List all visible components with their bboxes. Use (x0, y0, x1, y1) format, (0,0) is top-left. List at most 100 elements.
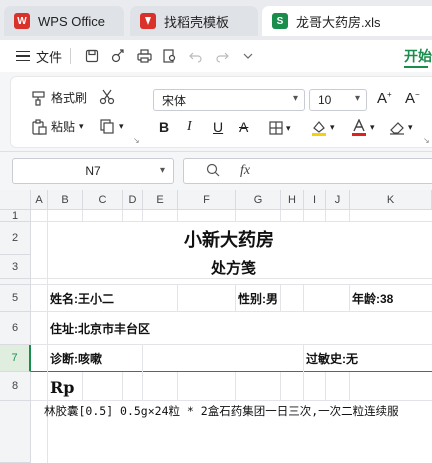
row-header[interactable]: 6 (0, 312, 31, 345)
tab-spreadsheet-file[interactable]: S 龙哥大药房.xls (262, 6, 432, 36)
patient-gender-cell[interactable]: 性别:男 (238, 288, 278, 308)
allergy-cell[interactable]: 过敏史:无 (306, 348, 358, 368)
gridline (349, 372, 350, 401)
sheet-title[interactable]: 小新大药房 (184, 226, 274, 252)
hamburger-menu-icon[interactable] (16, 48, 30, 65)
formula-input[interactable]: fx (183, 158, 432, 184)
gridline (47, 210, 48, 222)
docer-logo-icon (140, 13, 156, 29)
gridline (280, 285, 281, 312)
font-launcher-icon[interactable]: ↘ (423, 136, 430, 145)
copy-button[interactable]: ▾ (99, 118, 124, 134)
bold-icon: B (159, 119, 170, 135)
underline-button[interactable]: U (213, 119, 223, 135)
chevron-down-icon: ▾ (159, 165, 165, 176)
chevron-down-icon: ▾ (408, 122, 413, 132)
borders-button[interactable]: ▾ (269, 121, 291, 135)
row-header[interactable]: 8 (0, 372, 31, 401)
column-header[interactable]: C (83, 190, 123, 210)
font-name-select[interactable]: 宋体 ▾ (153, 89, 305, 111)
column-header[interactable]: I (304, 190, 326, 210)
divider (70, 48, 72, 64)
chevron-down-icon: ▾ (354, 93, 360, 104)
tab-start[interactable]: 开始 (404, 46, 432, 66)
column-header[interactable]: D (123, 190, 143, 210)
spreadsheet-grid[interactable]: A B C D E F G H I J K 1 2 3 5 6 7 8 小新大药… (0, 190, 432, 463)
column-header[interactable]: B (48, 190, 83, 210)
redo-icon[interactable] (209, 44, 235, 68)
gridline (31, 278, 432, 279)
gridline (303, 345, 304, 372)
column-header[interactable]: F (178, 190, 236, 210)
increase-font-size-button[interactable]: A+ (377, 90, 392, 107)
font-name-value: 宋体 (162, 93, 187, 108)
patient-age-cell[interactable]: 年龄:38 (352, 288, 393, 308)
name-box[interactable]: N7 ▾ (12, 158, 174, 184)
column-header[interactable]: H (281, 190, 304, 210)
underline-icon: U (213, 119, 224, 135)
paste-button[interactable]: 粘贴 ▾ (31, 118, 84, 135)
strikethrough-icon: A (239, 119, 249, 135)
gridline (31, 400, 432, 401)
gridline (31, 221, 432, 222)
cut-button[interactable] (99, 89, 115, 105)
column-header[interactable]: A (31, 190, 48, 210)
tab-docer-templates[interactable]: 找稻壳模板 (130, 6, 258, 36)
strikethrough-button[interactable]: A (239, 119, 248, 135)
diagnosis-cell[interactable]: 诊断:咳嗽 (50, 348, 102, 368)
patient-name-cell[interactable]: 姓名:王小二 (50, 288, 114, 308)
select-all-corner[interactable] (0, 190, 31, 210)
gridline (303, 285, 304, 312)
gridline (177, 210, 178, 222)
print-icon[interactable] (131, 44, 157, 68)
column-header[interactable]: J (326, 190, 350, 210)
gridline (349, 210, 350, 222)
column-header[interactable]: G (236, 190, 281, 210)
row-header[interactable] (0, 401, 31, 463)
print-preview-icon[interactable] (157, 44, 183, 68)
gridline (122, 210, 123, 222)
function-icon[interactable]: fx (240, 163, 250, 179)
quick-access-dropdown-icon[interactable] (235, 44, 261, 68)
tab-label: 找稻壳模板 (164, 14, 230, 30)
gridline (303, 210, 304, 222)
clipboard-launcher-icon[interactable]: ↘ (133, 136, 140, 145)
gridline (177, 372, 178, 401)
column-header[interactable]: K (350, 190, 432, 210)
tab-wps-office[interactable]: W WPS Office (4, 6, 124, 36)
font-color-button[interactable]: ▾ (351, 119, 375, 136)
gridline (82, 372, 83, 401)
border-grid-icon (269, 121, 283, 135)
file-menu[interactable]: 文件 (36, 47, 62, 66)
wps-logo-icon: W (14, 13, 30, 29)
row-header-selected[interactable]: 7 (0, 345, 31, 372)
undo-icon[interactable] (183, 44, 209, 68)
column-header[interactable]: E (143, 190, 178, 210)
cell-reference: N7 (85, 164, 101, 178)
zoom-search-icon[interactable] (206, 163, 220, 180)
italic-button[interactable]: I (187, 119, 192, 135)
fill-color-button[interactable]: ▾ (311, 119, 335, 136)
rp-label-cell[interactable]: Rp (50, 375, 74, 399)
clear-button[interactable]: ▾ (389, 120, 413, 135)
decrease-font-size-button[interactable]: A− (405, 90, 420, 107)
bold-button[interactable]: B (159, 119, 169, 135)
prescription-cell[interactable]: 林胶囊[0.5] 0.5g×24粒 * 2盒石药集团一日三次,一次二粒连续服 (44, 402, 399, 420)
row-header[interactable]: 5 (0, 285, 31, 312)
save-icon[interactable] (79, 44, 105, 68)
ribbon-panel: 格式刷 粘贴 ▾ ▾ ↘ 宋体 ▾ 10 ▾ A+ A− B I U A ▾ ▾… (10, 76, 432, 148)
row-header[interactable]: 1 (0, 210, 31, 222)
sheet-subtitle[interactable]: 处方笺 (211, 256, 256, 278)
increase-font-icon: A+ (377, 90, 392, 107)
row-header[interactable]: 3 (0, 255, 31, 279)
row-header[interactable]: 2 (0, 222, 31, 255)
export-icon[interactable] (105, 44, 131, 68)
font-size-select[interactable]: 10 ▾ (309, 89, 367, 111)
patient-address-cell[interactable]: 住址:北京市丰台区 (50, 318, 150, 338)
scissors-icon (99, 89, 115, 105)
decrease-font-icon: A− (405, 90, 420, 107)
menu-bar: 文件 开始 (0, 40, 432, 72)
format-painter-button[interactable]: 格式刷 (31, 89, 87, 106)
chevron-down-icon: ▾ (370, 122, 375, 132)
format-painter-icon (32, 90, 45, 106)
